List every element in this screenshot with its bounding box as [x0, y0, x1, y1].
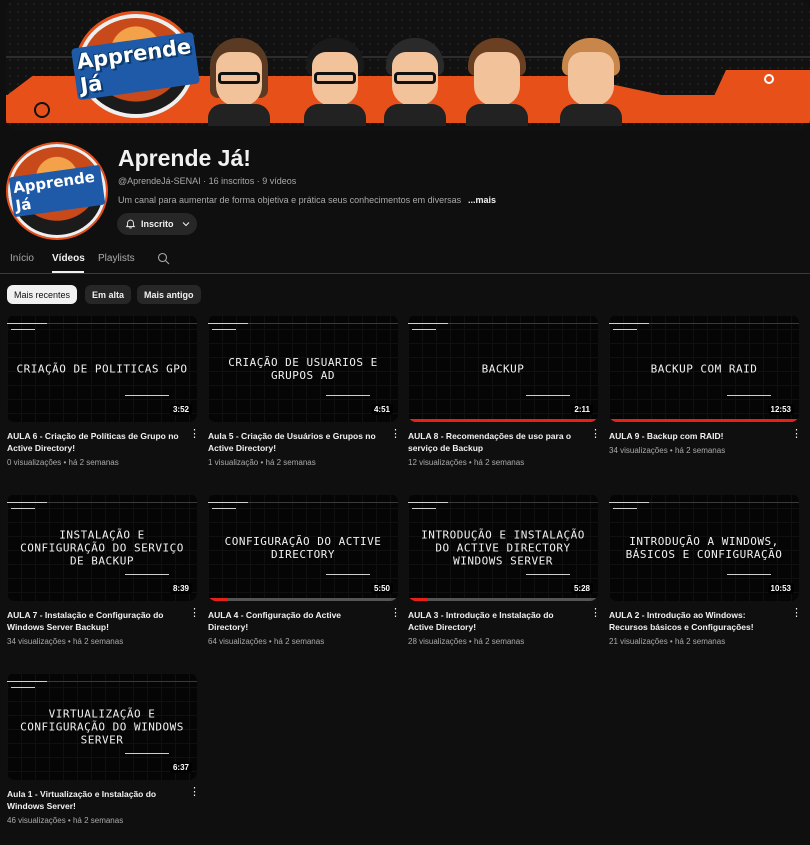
- video-duration: 8:39: [169, 583, 192, 594]
- video-duration: 2:11: [571, 404, 593, 415]
- video-title[interactable]: AULA 6 - Criação de Políticas de Grupo n…: [7, 430, 179, 454]
- description-more-link[interactable]: ...mais: [468, 195, 496, 205]
- video-duration: 3:52: [169, 404, 192, 415]
- kebab-menu-icon[interactable]: ⋮: [189, 608, 200, 619]
- filter-chip-recent[interactable]: Mais recentes: [7, 285, 78, 304]
- video-meta: 12 visualizações • há 2 semanas: [408, 458, 525, 467]
- video-duration: 5:28: [570, 583, 593, 594]
- subscribed-button[interactable]: Inscrito: [117, 213, 197, 235]
- watch-progress-bar: [609, 419, 799, 422]
- character-illustration: [206, 38, 272, 126]
- kebab-menu-icon[interactable]: ⋮: [189, 787, 200, 798]
- video-meta: 34 visualizações • há 2 semanas: [7, 637, 124, 646]
- video-title[interactable]: AULA 3 - Introdução e Instalação do Acti…: [408, 609, 580, 633]
- kebab-menu-icon[interactable]: ⋮: [590, 608, 601, 619]
- video-title[interactable]: Aula 1 - Virtualização e Instalação do W…: [7, 788, 179, 812]
- video-card[interactable]: Introdução a windows, básicos e configur…: [609, 494, 802, 646]
- watch-progress-bar: [408, 419, 598, 422]
- channel-banner: Apprende Já: [6, 0, 810, 130]
- thumbnail-text: Backup: [481, 362, 525, 375]
- channel-meta: @AprendeJá-SENAI · 16 inscritos · 9 víde…: [118, 176, 297, 186]
- search-icon[interactable]: [157, 252, 170, 265]
- video-meta: 64 visualizações • há 2 semanas: [208, 637, 325, 646]
- thumbnail-text: Configuração do Active Directory: [224, 534, 382, 561]
- video-thumbnail[interactable]: Backup com RAID 12:53: [609, 315, 799, 422]
- video-card[interactable]: Backup com RAID 12:53 AULA 9 - Backup co…: [609, 315, 802, 455]
- kebab-menu-icon[interactable]: ⋮: [189, 429, 200, 440]
- video-meta: 46 visualizações • há 2 semanas: [7, 816, 124, 825]
- character-illustration: [302, 38, 368, 126]
- character-illustration: [464, 38, 530, 126]
- character-illustration: [382, 38, 448, 126]
- video-meta: 21 visualizações • há 2 semanas: [609, 637, 726, 646]
- thumbnail-text: Criação de politicas GPO: [16, 362, 188, 375]
- character-illustration: [558, 38, 624, 126]
- video-card[interactable]: Introdução e instalação do Active Direct…: [408, 494, 601, 646]
- video-card[interactable]: Instalação e configuração do serviço de …: [7, 494, 200, 646]
- thumbnail-text: Criação de usuarios e grupos AD: [228, 355, 378, 382]
- video-thumbnail[interactable]: Backup 2:11: [408, 315, 598, 422]
- video-duration: 12:53: [767, 404, 794, 415]
- channel-avatar-text: Apprende Já: [8, 164, 106, 218]
- active-tab-indicator: [52, 271, 84, 273]
- video-thumbnail[interactable]: Instalação e configuração do serviço de …: [7, 494, 197, 601]
- tab-home[interactable]: Início: [10, 253, 34, 264]
- video-thumbnail[interactable]: Introdução e instalação do Active Direct…: [408, 494, 598, 601]
- video-duration: 10:53: [767, 583, 794, 594]
- circuit-node-icon: [764, 74, 774, 84]
- video-duration: 4:51: [370, 404, 393, 415]
- banner-logo: Apprende Já: [71, 14, 201, 118]
- channel-tabs: Início Vídeos Playlists: [0, 248, 810, 274]
- filter-chip-popular[interactable]: Em alta: [85, 285, 132, 304]
- subscribed-label: Inscrito: [141, 219, 174, 229]
- video-title[interactable]: AULA 2 - Introdução ao Windows: Recursos…: [609, 609, 781, 633]
- tab-videos[interactable]: Vídeos: [52, 253, 85, 264]
- kebab-menu-icon[interactable]: ⋮: [590, 429, 601, 440]
- video-meta: 0 visualizações • há 2 semanas: [7, 458, 119, 467]
- thumbnail-text: Introdução e instalação do Active Direct…: [421, 528, 585, 567]
- video-thumbnail[interactable]: Criação de politicas GPO 3:52: [7, 315, 197, 422]
- video-thumbnail[interactable]: Criação de usuarios e grupos AD 4:51: [208, 315, 398, 422]
- watch-progress-bar: [408, 598, 427, 601]
- circuit-node-icon: [34, 102, 50, 118]
- thumbnail-text: Introdução a windows, básicos e configur…: [625, 534, 783, 561]
- video-meta: 34 visualizações • há 2 semanas: [609, 446, 726, 455]
- video-thumbnail[interactable]: Virtualização e configuração do windows …: [7, 673, 197, 780]
- video-title[interactable]: Aula 5 - Criação de Usuários e Grupos no…: [208, 430, 380, 454]
- chevron-down-icon: [182, 222, 189, 227]
- video-duration: 5:50: [370, 583, 393, 594]
- filter-chip-oldest[interactable]: Mais antigo: [137, 285, 201, 304]
- kebab-menu-icon[interactable]: ⋮: [791, 608, 802, 619]
- channel-avatar[interactable]: Apprende Já: [8, 144, 106, 238]
- video-card[interactable]: Criação de usuarios e grupos AD 4:51 Aul…: [208, 315, 401, 467]
- video-title[interactable]: AULA 4 - Configuração do Active Director…: [208, 609, 380, 633]
- bell-icon: [125, 219, 136, 229]
- thumbnail-text: Virtualização e configuração do windows …: [20, 707, 184, 746]
- video-title[interactable]: AULA 8 - Recomendações de uso para o ser…: [408, 430, 580, 454]
- video-card[interactable]: Virtualização e configuração do windows …: [7, 673, 200, 825]
- video-card[interactable]: Configuração do Active Directory 5:50 AU…: [208, 494, 401, 646]
- video-thumbnail[interactable]: Introdução a windows, básicos e configur…: [609, 494, 799, 601]
- channel-name: Aprende Já!: [118, 145, 251, 171]
- video-duration: 6:37: [169, 762, 192, 773]
- kebab-menu-icon[interactable]: ⋮: [791, 429, 802, 440]
- video-card[interactable]: Criação de politicas GPO 3:52 AULA 6 - C…: [7, 315, 200, 467]
- watch-progress-bar: [208, 598, 227, 601]
- video-thumbnail[interactable]: Configuração do Active Directory 5:50: [208, 494, 398, 601]
- kebab-menu-icon[interactable]: ⋮: [390, 429, 401, 440]
- thumbnail-text: Backup com RAID: [650, 362, 758, 375]
- channel-description[interactable]: Um canal para aumentar de forma objetiva…: [118, 195, 463, 205]
- video-meta: 1 visualização • há 2 semanas: [208, 458, 316, 467]
- tab-playlists[interactable]: Playlists: [98, 253, 135, 264]
- kebab-menu-icon[interactable]: ⋮: [390, 608, 401, 619]
- banner-logo-text: Apprende Já: [71, 31, 201, 101]
- video-card[interactable]: Backup 2:11 AULA 8 - Recomendações de us…: [408, 315, 601, 467]
- video-title[interactable]: AULA 7 - Instalação e Configuração do Wi…: [7, 609, 179, 633]
- thumbnail-text: Instalação e configuração do serviço de …: [20, 528, 184, 567]
- video-meta: 28 visualizações • há 2 semanas: [408, 637, 525, 646]
- video-title[interactable]: AULA 9 - Backup com RAID!: [609, 430, 781, 442]
